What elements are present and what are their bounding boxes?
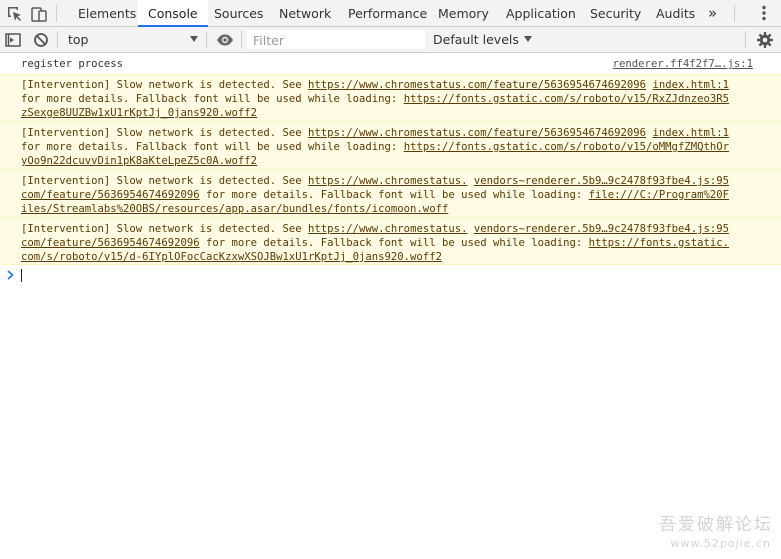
warning-text: [Intervention] Slow network is detected.…	[21, 175, 309, 187]
console-message-warning: [Intervention] Slow network is detected.…	[0, 218, 781, 265]
context-selector-label: top	[68, 32, 89, 47]
warning-line: [Intervention] Slow network is detected.…	[21, 79, 729, 91]
tab-audits[interactable]: Audits	[656, 0, 695, 26]
warning-line: com/s/roboto/v15/d-6IYplOFocCacKzxwXSOJB…	[21, 251, 442, 263]
warning-line: iles/Streamlabs%20OBS/resources/app.asar…	[21, 203, 448, 215]
warning-link[interactable]: https://www.chromestatus.	[308, 223, 467, 235]
tab-application[interactable]: Application	[506, 0, 576, 26]
warning-text: [Intervention] Slow network is detected.…	[21, 127, 309, 139]
warning-link[interactable]: com/s/roboto/v15/d-6IYplOFocCacKzxwXSOJB…	[21, 251, 442, 263]
inspect-element-icon[interactable]	[5, 4, 25, 24]
toolbar-divider	[206, 31, 207, 48]
warning-link[interactable]: https://fonts.gstatic.com/s/roboto/v15/o…	[404, 141, 729, 153]
filter-box	[247, 30, 425, 50]
warning-link[interactable]: index.html:1	[652, 79, 729, 91]
warning-text: for more details. Fallback font will be …	[21, 93, 404, 105]
warning-line: for more details. Fallback font will be …	[21, 93, 729, 105]
warning-link[interactable]: com/feature/5636954674692096	[21, 237, 200, 249]
console-toolbar: top Default levels	[0, 27, 781, 53]
dropdown-arrow-icon	[523, 35, 532, 42]
warning-link[interactable]: vendors~renderer.5b9…9c2478f93fbe4.js:95	[474, 223, 729, 235]
tab-sources[interactable]: Sources	[214, 0, 263, 26]
warning-link[interactable]: https://www.chromestatus.com/feature/563…	[308, 79, 646, 91]
clear-console-icon[interactable]	[31, 30, 51, 50]
warning-link[interactable]: com/feature/5636954674692096	[21, 189, 200, 201]
warning-line: yOo9n22dcuvvDin1pK8aKteLpeZ5c0A.woff2	[21, 155, 257, 167]
tab-security[interactable]: Security	[590, 0, 641, 26]
source-link[interactable]: renderer.ff4f2f7….js:1	[613, 58, 753, 70]
warning-link[interactable]: https://www.chromestatus.com/feature/563…	[308, 127, 646, 139]
warning-line: com/feature/5636954674692096 for more de…	[21, 189, 729, 201]
warning-line: [Intervention] Slow network is detected.…	[21, 175, 729, 187]
console-message-warning: [Intervention] Slow network is detected.…	[0, 122, 781, 169]
warning-text: for more details. Fallback font will be …	[21, 141, 404, 153]
show-sidebar-icon[interactable]	[3, 30, 23, 50]
console-output[interactable]: register process renderer.ff4f2f7….js:1 …	[0, 53, 781, 559]
warning-link[interactable]: file:///C:/Program%20F	[589, 189, 729, 201]
console-input-caret[interactable]	[21, 269, 22, 282]
tab-elements[interactable]: Elements	[78, 0, 136, 26]
tab-network[interactable]: Network	[279, 0, 331, 26]
warning-link[interactable]: https://fonts.gstatic.com/s/roboto/v15/R…	[404, 93, 729, 105]
warning-text: for more details. Fallback font will be …	[199, 189, 589, 201]
devtools-tab-bar: Elements Console Sources Network Perform…	[0, 0, 781, 27]
console-message-log: register process renderer.ff4f2f7….js:1	[0, 53, 781, 73]
watermark-text: 吾爱破解论坛	[659, 515, 773, 535]
warning-link[interactable]: yOo9n22dcuvvDin1pK8aKteLpeZ5c0A.woff2	[21, 155, 257, 167]
warning-text: for more details. Fallback font will be …	[199, 237, 589, 249]
toolbar-divider	[241, 31, 242, 48]
warning-line: for more details. Fallback font will be …	[21, 141, 729, 153]
context-selector[interactable]: top	[62, 27, 202, 52]
toolbar-divider	[745, 31, 746, 48]
warning-link[interactable]: iles/Streamlabs%20OBS/resources/app.asar…	[21, 203, 448, 215]
warning-text: [Intervention] Slow network is detected.…	[21, 223, 309, 235]
warning-line: [Intervention] Slow network is detected.…	[21, 127, 729, 139]
more-tabs-button[interactable]: »	[708, 0, 717, 26]
device-toolbar-icon[interactable]	[29, 4, 49, 24]
toolbar-divider	[56, 5, 57, 22]
warning-link[interactable]: vendors~renderer.5b9…9c2478f93fbe4.js:95	[474, 175, 729, 187]
eye-icon[interactable]	[215, 30, 235, 50]
toolbar-divider	[734, 5, 735, 22]
tab-console[interactable]: Console	[138, 0, 208, 27]
warning-line: zSexge8UUZBw1xU1rKptJj_0jans920.woff2	[21, 107, 257, 119]
warning-text: [Intervention] Slow network is detected.…	[21, 79, 309, 91]
log-text: register process	[21, 58, 124, 70]
warning-link[interactable]: zSexge8UUZBw1xU1rKptJj_0jans920.woff2	[21, 107, 257, 119]
tab-memory[interactable]: Memory	[438, 0, 489, 26]
warning-link[interactable]: https://www.chromestatus.	[308, 175, 467, 187]
warning-link[interactable]: index.html:1	[652, 127, 729, 139]
gear-icon[interactable]	[755, 30, 775, 50]
warning-line: [Intervention] Slow network is detected.…	[21, 223, 729, 235]
warning-link[interactable]: https://fonts.gstatic.	[589, 237, 729, 249]
toolbar-divider	[57, 31, 58, 48]
more-options-icon[interactable]	[754, 3, 774, 23]
tab-performance[interactable]: Performance	[348, 0, 427, 26]
console-message-warning: [Intervention] Slow network is detected.…	[0, 74, 781, 121]
filter-input[interactable]	[247, 31, 425, 50]
log-levels-dropdown[interactable]: Default levels	[433, 27, 532, 53]
log-levels-label: Default levels	[433, 32, 519, 47]
prompt-chevron-icon	[5, 267, 21, 283]
dropdown-arrow-icon	[190, 36, 198, 42]
warning-line: com/feature/5636954674692096 for more de…	[21, 237, 729, 249]
console-message-warning: [Intervention] Slow network is detected.…	[0, 170, 781, 217]
watermark-url: www.52pojie.cn	[670, 537, 771, 550]
